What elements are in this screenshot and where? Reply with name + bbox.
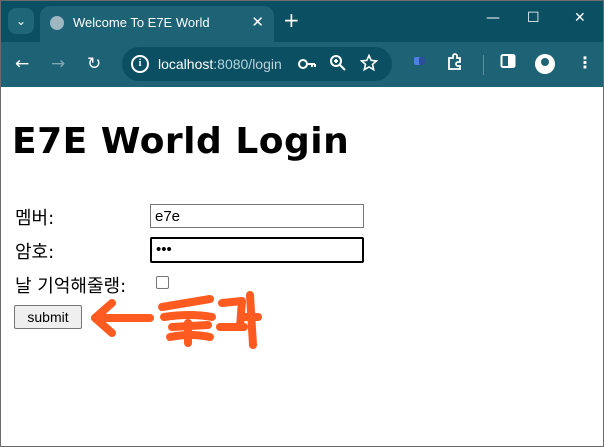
close-window-icon[interactable]: ✕ <box>574 10 586 26</box>
zoom-icon-svg <box>330 55 346 71</box>
address-bar[interactable]: i localhost:8080/login <box>122 47 392 81</box>
profile-avatar-icon[interactable] <box>535 54 555 74</box>
browser-tab[interactable]: Welcome To E7E World ✕ <box>40 6 274 42</box>
reload-button[interactable]: ↻ <box>87 54 101 74</box>
bookmark-star-icon[interactable] <box>359 53 379 76</box>
new-tab-button[interactable]: + <box>283 9 300 31</box>
page-content: E7E World Login 멤버: 암호: ••• 날 기억해줄랭: sub… <box>0 87 604 447</box>
tab-close-icon[interactable]: ✕ <box>251 13 264 31</box>
forward-button[interactable]: → <box>51 54 65 74</box>
tab-search-button[interactable]: ⌄ <box>8 8 34 34</box>
star-icon-svg <box>359 53 379 72</box>
submit-button[interactable]: submit <box>14 305 82 329</box>
more-menu-icon[interactable]: ⋮ <box>577 53 593 72</box>
tab-title: Welcome To E7E World <box>73 15 210 30</box>
member-input[interactable] <box>150 204 364 228</box>
url-path: :8080/login <box>213 56 282 72</box>
tab-strip: ⌄ Welcome To E7E World ✕ + — ☐ ✕ <box>0 0 604 42</box>
site-info-icon[interactable]: i <box>131 55 149 73</box>
page-title: E7E World Login <box>12 121 350 162</box>
side-panel-icon[interactable] <box>500 53 516 73</box>
side-panel-icon-svg <box>500 54 516 68</box>
password-input[interactable]: ••• <box>150 237 364 263</box>
key-icon-svg <box>298 59 316 69</box>
extension-tag-icon[interactable] <box>412 53 428 73</box>
annotation-arrow-click <box>91 291 262 349</box>
puzzle-icon-svg <box>448 53 461 70</box>
password-key-icon[interactable] <box>297 54 317 78</box>
password-label: 암호: <box>15 242 55 263</box>
zoom-icon[interactable] <box>329 54 347 76</box>
tag-icon-svg <box>414 57 425 65</box>
back-button[interactable]: ← <box>15 54 29 74</box>
address-url[interactable]: localhost:8080/login <box>158 56 282 72</box>
chevron-down-icon: ⌄ <box>15 14 27 28</box>
extensions-puzzle-icon[interactable] <box>446 53 464 75</box>
browser-toolbar: ← → ↻ i localhost:8080/login ⋮ <box>0 42 604 87</box>
maximize-icon[interactable]: ☐ <box>527 10 540 26</box>
url-host: localhost <box>158 56 214 72</box>
toolbar-separator <box>483 55 484 75</box>
browser-window: ⌄ Welcome To E7E World ✕ + — ☐ ✕ ← → ↻ i… <box>0 0 604 447</box>
minimize-icon[interactable]: — <box>486 10 500 26</box>
globe-icon <box>50 16 64 30</box>
member-label: 멤버: <box>15 208 55 229</box>
